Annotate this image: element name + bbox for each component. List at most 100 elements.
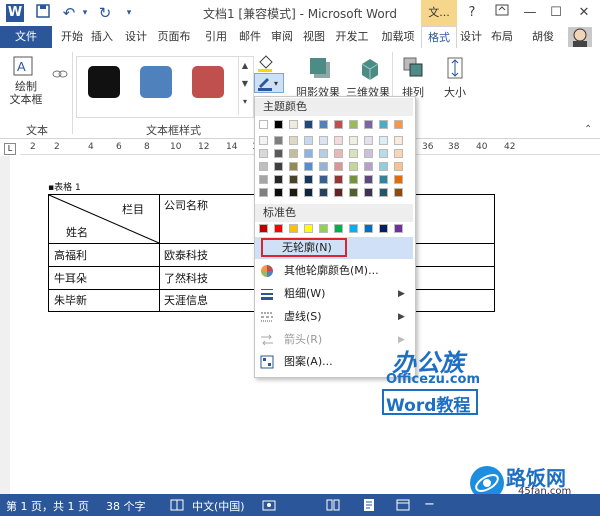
theme-color-swatch[interactable] <box>364 120 373 129</box>
theme-shade-swatch[interactable] <box>319 136 328 145</box>
dashes-label[interactable]: 虚线(S) <box>284 306 322 328</box>
theme-color-swatch[interactable] <box>379 120 388 129</box>
theme-color-swatch[interactable] <box>334 120 343 129</box>
tab-insert[interactable]: 插入 <box>88 26 116 48</box>
theme-shade-swatch[interactable] <box>289 188 298 197</box>
theme-shade-swatch[interactable] <box>394 188 403 197</box>
dashes-item[interactable] <box>255 306 413 328</box>
theme-shade-swatch[interactable] <box>349 175 358 184</box>
undo-dropdown-arrow[interactable]: ▾ <box>76 4 94 22</box>
table-cell-company[interactable]: 了然科技 <box>164 270 208 286</box>
weight-item[interactable] <box>255 283 413 305</box>
theme-shade-swatch[interactable] <box>364 175 373 184</box>
theme-shade-swatch[interactable] <box>304 188 313 197</box>
table-cell-name[interactable]: 牛耳朵 <box>54 270 87 286</box>
macro-record-icon[interactable] <box>262 498 276 512</box>
theme-shade-swatch[interactable] <box>364 188 373 197</box>
standard-color-swatch[interactable] <box>259 224 268 233</box>
theme-shade-swatch[interactable] <box>334 188 343 197</box>
3d-effects-icon[interactable] <box>356 54 384 82</box>
more-outline-colors-label[interactable]: 其他轮廓颜色(M)... <box>284 260 379 282</box>
theme-shade-swatch[interactable] <box>319 175 328 184</box>
collapse-ribbon-icon[interactable]: ⌃ <box>584 124 592 135</box>
header-row-label[interactable]: 姓名 <box>66 224 88 240</box>
table-cell-name[interactable]: 朱毕新 <box>54 292 87 308</box>
theme-shade-swatch[interactable] <box>334 175 343 184</box>
tab-references[interactable]: 引用 <box>202 26 230 48</box>
theme-shade-swatch[interactable] <box>319 188 328 197</box>
word-count[interactable]: 38 个字 <box>106 498 146 514</box>
theme-shade-swatch[interactable] <box>334 136 343 145</box>
theme-shade-swatch[interactable] <box>394 175 403 184</box>
theme-shade-swatch[interactable] <box>274 136 283 145</box>
maximize-button[interactable]: ☐ <box>546 4 566 22</box>
theme-shade-swatch[interactable] <box>379 136 388 145</box>
tab-view[interactable]: 视图 <box>300 26 328 48</box>
theme-color-swatch[interactable] <box>259 120 268 129</box>
standard-color-swatch[interactable] <box>334 224 343 233</box>
pattern-label[interactable]: 图案(A)... <box>284 351 333 373</box>
page-count[interactable]: 第 1 页，共 1 页 <box>6 498 89 514</box>
textbox-link-icon[interactable] <box>52 66 68 82</box>
standard-color-swatch[interactable] <box>304 224 313 233</box>
theme-shade-swatch[interactable] <box>394 162 403 171</box>
theme-shade-swatch[interactable] <box>394 136 403 145</box>
theme-shade-swatch[interactable] <box>304 162 313 171</box>
tab-format[interactable]: 格式 <box>421 26 457 49</box>
theme-shade-swatch[interactable] <box>289 175 298 184</box>
save-icon[interactable] <box>34 4 52 22</box>
theme-shade-swatch[interactable] <box>319 149 328 158</box>
pattern-item[interactable] <box>255 351 413 373</box>
user-name[interactable]: 胡俊 <box>526 26 560 48</box>
draw-textbox-icon[interactable]: A <box>12 54 36 78</box>
tab-review[interactable]: 审阅 <box>268 26 296 48</box>
theme-shade-swatch[interactable] <box>334 162 343 171</box>
theme-shade-swatch[interactable] <box>364 149 373 158</box>
theme-shade-swatch[interactable] <box>349 188 358 197</box>
web-layout-icon[interactable] <box>396 498 410 512</box>
theme-shade-swatch[interactable] <box>394 149 403 158</box>
theme-shade-swatch[interactable] <box>304 175 313 184</box>
theme-shade-swatch[interactable] <box>379 149 388 158</box>
tab-layout[interactable]: 布局 <box>488 26 516 48</box>
theme-shade-swatch[interactable] <box>259 162 268 171</box>
theme-shade-swatch[interactable] <box>259 136 268 145</box>
theme-shade-swatch[interactable] <box>304 149 313 158</box>
theme-shade-swatch[interactable] <box>349 162 358 171</box>
shape-fill-icon[interactable] <box>256 54 276 72</box>
tab-design[interactable]: 设计 <box>122 26 150 48</box>
language-indicator[interactable]: 中文(中国) <box>192 498 245 514</box>
size-icon[interactable] <box>442 54 468 82</box>
style-preset-red[interactable] <box>192 66 224 98</box>
zoom-out-icon[interactable]: − <box>424 497 435 512</box>
shape-outline-icon[interactable]: ▾ <box>254 73 284 93</box>
vertical-ruler[interactable] <box>0 156 10 496</box>
standard-color-swatch[interactable] <box>319 224 328 233</box>
word-app-icon[interactable]: W <box>6 4 24 22</box>
arrange-icon[interactable] <box>400 54 426 82</box>
tab-mailings[interactable]: 邮件 <box>236 26 264 48</box>
avatar[interactable] <box>568 27 592 47</box>
header-column-label[interactable]: 栏目 <box>122 201 144 217</box>
size-label[interactable]: 大小 <box>444 84 466 100</box>
header-company[interactable]: 公司名称 <box>164 197 208 213</box>
theme-color-swatch[interactable] <box>304 120 313 129</box>
theme-shade-swatch[interactable] <box>364 162 373 171</box>
table-cell-company[interactable]: 欧泰科技 <box>164 247 208 263</box>
minimize-button[interactable]: — <box>520 4 540 22</box>
draw-textbox-label[interactable]: 绘制 文本框 <box>4 80 48 106</box>
theme-color-swatch[interactable] <box>349 120 358 129</box>
customize-quick-access-icon[interactable]: ▾ <box>120 4 138 22</box>
style-preset-blue[interactable] <box>140 66 172 98</box>
tab-developer[interactable]: 开发工 <box>332 26 372 48</box>
standard-color-swatch[interactable] <box>379 224 388 233</box>
theme-shade-swatch[interactable] <box>379 188 388 197</box>
theme-shade-swatch[interactable] <box>274 188 283 197</box>
proofing-icon[interactable] <box>170 498 184 512</box>
theme-shade-swatch[interactable] <box>259 149 268 158</box>
help-button[interactable]: ? <box>462 4 482 22</box>
tab-home[interactable]: 开始 <box>58 26 86 48</box>
standard-color-swatch[interactable] <box>364 224 373 233</box>
standard-color-swatch[interactable] <box>394 224 403 233</box>
theme-shade-swatch[interactable] <box>349 149 358 158</box>
